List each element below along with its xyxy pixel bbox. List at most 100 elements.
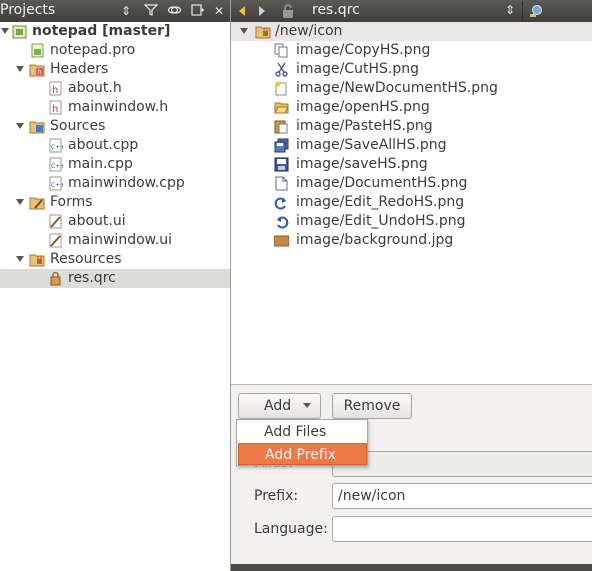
link-with-editor-icon[interactable] [166,3,182,19]
tree-item-about-ui[interactable]: about.ui [0,212,230,231]
resource-file-row[interactable]: image/openHS.png [231,98,592,117]
open-file-name[interactable]: res.qrc [312,2,360,18]
projects-panel-header: Projects ⇕ ✕ [0,0,230,22]
prefix-row[interactable]: /new/icon [231,22,592,41]
expand-arrow-icon[interactable] [16,123,24,129]
tree-item-mainwindow-ui[interactable]: mainwindow.ui [0,231,230,250]
header-file-icon: h [48,100,63,115]
resource-file-row[interactable]: image/NewDocumentHS.png [231,79,592,98]
dropdown-arrow-icon [303,403,311,408]
resource-file-label: image/NewDocumentHS.png [296,80,498,96]
prefix-field[interactable]: /new/icon [332,483,592,509]
cpp-file-icon: C++ [48,176,65,191]
menu-item-add-prefix[interactable]: Add Prefix [238,443,367,465]
tree-item-headers[interactable]: h Headers [0,60,230,79]
resource-file-row[interactable]: image/CopyHS.png [231,41,592,60]
status-bar [231,564,592,571]
expand-arrow-icon[interactable] [16,199,24,205]
ui-file-icon [48,214,63,229]
split-icon[interactable] [190,3,206,19]
projects-panel: Projects ⇕ ✕ notepad [master] notepad.pr… [0,0,230,571]
filter-icon[interactable] [143,3,159,19]
prefix-label: Prefix: [254,488,299,504]
tree-item-label: Sources [50,118,106,134]
tree-item-label: Resources [50,251,122,267]
remove-button[interactable]: Remove [332,393,412,419]
tree-item-label: main.cpp [68,156,133,172]
view-select-chevron-icon[interactable]: ⇕ [118,3,134,19]
resource-file-row[interactable]: image/DocumentHS.png [231,174,592,193]
resource-file-row[interactable]: image/CutHS.png [231,60,592,79]
back-arrow-icon[interactable] [236,3,248,23]
tree-item-mainwindow-cpp[interactable]: C++ mainwindow.cpp [0,174,230,193]
resource-file-label: image/openHS.png [296,99,430,115]
resource-file-row[interactable]: image/background.jpg [231,231,592,250]
tree-item-label: Headers [50,61,109,77]
tree-item-about-h[interactable]: h about.h [0,79,230,98]
svg-text:C++: C++ [51,182,63,189]
add-button-label: Add [264,398,292,414]
headers-folder-icon: h [29,62,45,77]
expand-arrow-icon[interactable] [240,28,248,34]
undo-icon [274,214,289,229]
redo-icon [274,195,289,210]
tree-item-label: mainwindow.ui [68,232,173,248]
tree-item-label: mainwindow.h [68,99,169,115]
prefix-label: /new/icon [275,23,343,39]
expand-arrow-icon[interactable] [16,256,24,262]
copy-icon [274,43,289,58]
alias-field[interactable] [332,451,592,477]
resource-file-row[interactable]: image/SaveAllHS.png [231,136,592,155]
resource-file-row[interactable]: image/saveHS.png [231,155,592,174]
project-icon [12,24,27,39]
document-icon [274,176,289,191]
resource-file-label: image/saveHS.png [296,156,428,172]
resource-file-label: image/Edit_RedoHS.png [296,194,465,210]
header-file-icon: h [48,81,63,96]
tree-item-label: about.ui [68,213,126,229]
forward-arrow-icon[interactable] [256,3,268,23]
remove-button-label: Remove [343,398,401,414]
tree-item-forms[interactable]: Forms [0,193,230,212]
svg-text:h: h [52,104,58,115]
tree-item-label: Forms [50,194,93,210]
tree-item-label: mainwindow.cpp [68,175,185,191]
tree-item-project[interactable]: notepad [master] [0,22,230,41]
tree-item-mainwindow-h[interactable]: h mainwindow.h [0,98,230,117]
language-field[interactable] [332,516,592,542]
language-label: Language: [254,521,328,537]
svg-text:h: h [37,68,41,76]
resource-file-row[interactable]: image/Edit_UndoHS.png [231,212,592,231]
toolbar-separator [522,1,523,21]
resource-file-row[interactable]: image/PasteHS.png [231,117,592,136]
scissors-icon [274,62,289,77]
tree-item-label: about.cpp [68,137,139,153]
resource-file-label: image/PasteHS.png [296,118,433,134]
resource-file-label: image/CopyHS.png [296,42,431,58]
menu-item-add-files[interactable]: Add Files [238,421,367,443]
tree-item-resources[interactable]: Resources [0,250,230,269]
sources-folder-icon [29,119,45,134]
file-select-chevron-icon[interactable]: ⇕ [505,3,515,17]
resource-file-label: image/DocumentHS.png [296,175,468,191]
resource-file-row[interactable]: image/Edit_RedoHS.png [231,193,592,212]
tree-item-pro-file[interactable]: notepad.pro [0,41,230,60]
resource-file-label: image/Edit_UndoHS.png [296,213,466,229]
editor-toolbar: res.qrc ⇕ [231,0,592,22]
cpp-file-icon: C++ [48,157,65,172]
symbol-locator-icon[interactable] [528,3,544,23]
tree-item-sources[interactable]: Sources [0,117,230,136]
ui-file-icon [48,233,63,248]
new-document-icon [274,81,289,96]
close-icon[interactable]: ✕ [211,3,227,19]
add-button[interactable]: Add [238,393,321,419]
resource-editor-panel: Add Remove Alias: Prefix: /new/icon Lang… [231,386,592,566]
lock-icon[interactable] [281,3,295,23]
expand-arrow-icon[interactable] [1,28,9,34]
save-all-icon [274,138,289,153]
tree-item-about-cpp[interactable]: C++ about.cpp [0,136,230,155]
expand-arrow-icon[interactable] [16,66,24,72]
tree-item-res-qrc[interactable]: res.qrc [0,269,230,288]
tree-item-main-cpp[interactable]: C++ main.cpp [0,155,230,174]
resource-file-label: image/CutHS.png [296,61,419,77]
